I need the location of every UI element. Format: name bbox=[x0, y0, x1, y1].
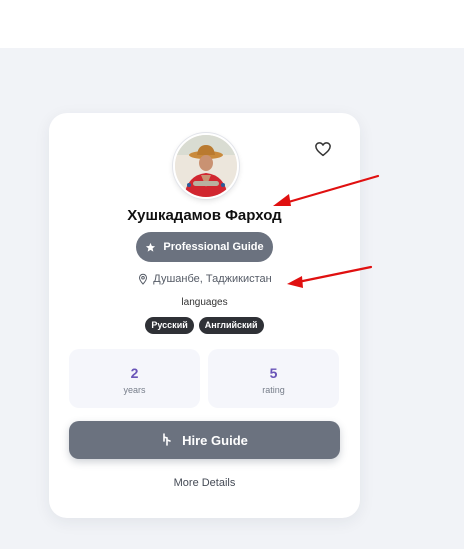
favorite-button[interactable] bbox=[314, 140, 332, 158]
stat-years: 2 years bbox=[69, 349, 200, 408]
star-icon bbox=[146, 242, 156, 252]
stat-value: 2 bbox=[130, 365, 139, 381]
stat-rating: 5 rating bbox=[208, 349, 339, 408]
stat-value: 5 bbox=[269, 365, 278, 381]
language-chip: Английский bbox=[198, 317, 264, 334]
location-text: Душанбе, Таджикистан bbox=[153, 273, 272, 285]
languages-title: languages bbox=[181, 297, 228, 308]
stat-label: rating bbox=[262, 385, 285, 395]
role-badge: Professional Guide bbox=[136, 232, 273, 262]
hire-guide-label: Hire Guide bbox=[182, 432, 248, 448]
hire-guide-button[interactable]: Hire Guide bbox=[69, 421, 340, 459]
map-pin-icon bbox=[139, 273, 148, 285]
hand-pointer-icon bbox=[163, 433, 171, 446]
role-label: Professional Guide bbox=[163, 241, 264, 253]
annotation-arrow-icon bbox=[287, 265, 373, 288]
language-chip: Русский bbox=[145, 317, 194, 334]
annotation-arrow-icon bbox=[273, 174, 380, 206]
top-bar bbox=[0, 0, 464, 48]
heart-icon bbox=[315, 142, 331, 157]
avatar bbox=[173, 133, 239, 199]
stat-label: years bbox=[123, 385, 146, 395]
language-list: Русский Английский bbox=[49, 317, 360, 334]
more-details-link[interactable]: More Details bbox=[49, 477, 360, 489]
